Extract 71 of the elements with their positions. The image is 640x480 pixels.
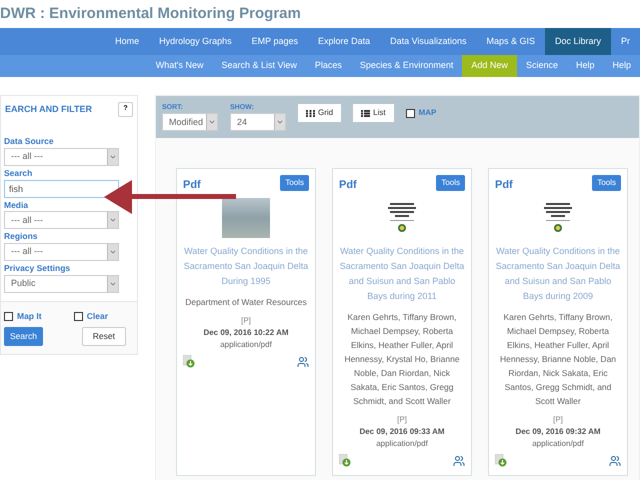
mime-type: application/pdf — [531, 438, 585, 450]
subnav-link[interactable]: Help — [603, 55, 640, 77]
reset-button[interactable]: Reset — [82, 326, 126, 346]
mime-type: application/pdf — [219, 338, 273, 350]
subnav-link[interactable]: Help — [566, 55, 604, 77]
subnav-link[interactable]: Science — [516, 55, 567, 77]
dropdown[interactable]: Public — [4, 274, 119, 293]
nav-tab[interactable]: Maps & GIS — [476, 28, 545, 55]
subnav-link[interactable]: What's New — [146, 55, 212, 77]
search-button[interactable]: Search — [4, 326, 43, 346]
panel-heading: EARCH AND FILTER — [5, 102, 92, 116]
dropdown-caret-icon — [109, 248, 117, 256]
download-file-icon[interactable] — [183, 354, 195, 368]
privacy-label: [P] — [552, 414, 564, 426]
dropdown[interactable]: --- all --- — [4, 148, 119, 166]
tools-button[interactable]: Tools — [280, 175, 309, 191]
download-file-icon[interactable] — [339, 454, 351, 466]
nav-tab[interactable]: EMP pages — [242, 28, 308, 55]
document-authors: Karen Gehrts, Tiffany Brown, Michael Dempsey, Roberta Elkins, Heather Fuller, April Hennessy, Krystal Ho, Brianne Noble, Dan Riordan, Nick Sakata, Eric Santos, Gregg Schmidt, and Scott Waller — [343, 310, 461, 408]
document-authors: Karen Gehrts, Tiffany Brown, Michael Dempsey, Roberta Elkins, Heather Fuller, April Hennessy, Brianne Noble, Dan Riordan, Nick Sakata, Eric Santos, Gregg Schmidt, and Scott Waller — [498, 310, 618, 408]
dropdown[interactable]: --- all --- — [4, 243, 119, 261]
field-label: Search — [4, 166, 34, 180]
checkbox[interactable] — [74, 312, 83, 321]
site-title: DWR : Environmental Monitoring Program — [0, 4, 302, 24]
sort-dropdown[interactable]: Modified — [162, 113, 218, 132]
field-label: Privacy Settings — [4, 262, 72, 275]
nav-tab[interactable]: Data Visualizations — [380, 28, 476, 55]
grid-button[interactable]: Grid — [298, 104, 342, 122]
document-type: Pdf — [495, 178, 513, 193]
document-type: Pdf — [339, 178, 357, 193]
modified-date: Dec 09, 2016 09:33 AM — [358, 426, 446, 438]
checkbox[interactable] — [4, 312, 13, 321]
privacy-label: [P] — [396, 414, 408, 426]
download-file-icon[interactable] — [495, 454, 507, 466]
document-authors: Department of Water Resources — [184, 296, 308, 308]
mime-type: application/pdf — [375, 438, 429, 450]
people-icon[interactable] — [453, 454, 465, 466]
subnav-link[interactable]: Search & List View — [212, 55, 306, 77]
map-toggle-label: MAP — [418, 107, 436, 119]
subnav-link[interactable]: Places — [306, 55, 351, 77]
document-title-link[interactable]: Water Quality Conditions in the Sacramento San Joaquin Delta During 1995 — [183, 244, 309, 288]
checkbox-label: Clear — [86, 310, 108, 322]
field-label: Data Source — [4, 135, 55, 148]
nav-tab[interactable]: Hydrology Graphs — [149, 28, 242, 55]
document-title-link[interactable]: Water Quality Conditions in the Sacramento San Joaquin Delta and Suisun and San Pablo Bays during 2011 — [339, 244, 465, 304]
checkbox[interactable] — [406, 108, 415, 118]
privacy-label: [P] — [240, 314, 252, 326]
people-icon[interactable] — [609, 454, 621, 466]
list-icon — [361, 110, 370, 116]
subnav-link[interactable]: Species & Environment — [350, 55, 462, 77]
photo-placeholder — [222, 198, 270, 238]
nav-tab[interactable]: Pr — [611, 28, 640, 55]
tools-button[interactable]: Tools — [592, 175, 621, 191]
modified-date: Dec 09, 2016 10:22 AM — [202, 326, 290, 338]
nav-tab[interactable]: Home — [105, 28, 150, 55]
field-label: Media — [4, 198, 30, 212]
field-label: Regions — [4, 230, 39, 243]
nav-tab[interactable]: Doc Library — [544, 28, 611, 55]
grid-icon — [306, 110, 315, 116]
people-icon[interactable] — [297, 356, 309, 368]
search-input-field[interactable]: fish — [4, 180, 119, 198]
tools-button[interactable]: Tools — [436, 175, 465, 191]
modified-date: Dec 09, 2016 09:32 AM — [514, 426, 602, 438]
subnav-link[interactable]: Add New — [462, 55, 517, 77]
show-dropdown[interactable]: 24 — [230, 113, 286, 132]
document-title-link[interactable]: Water Quality Conditions in the Sacramento San Joaquin Delta and Suisun and San Pablo Bays during 2009 — [495, 244, 621, 304]
nav-tab[interactable]: Explore Data — [308, 28, 380, 55]
checkbox-label: Map It — [17, 310, 42, 322]
dropdown[interactable]: --- all --- — [4, 211, 119, 230]
list-button[interactable]: List — [353, 104, 394, 122]
document-type: Pdf — [183, 178, 201, 193]
